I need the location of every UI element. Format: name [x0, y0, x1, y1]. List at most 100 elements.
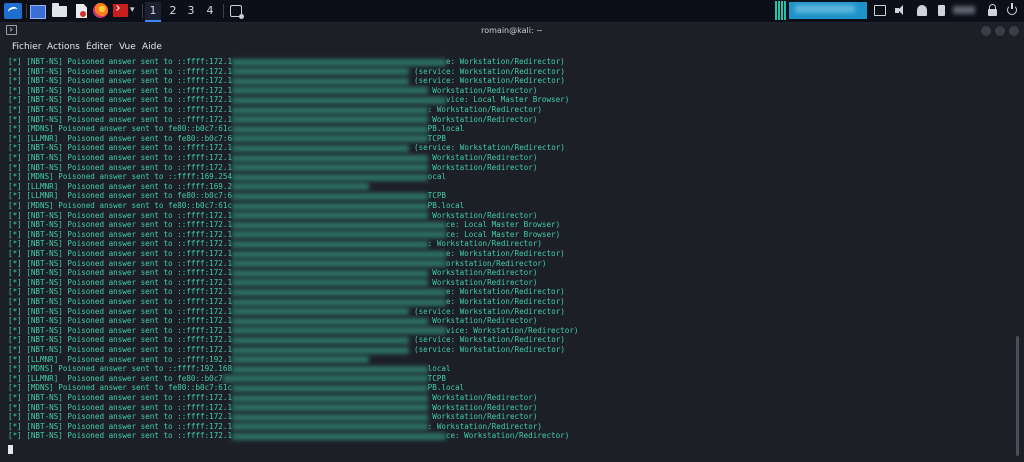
redacted-text: [232, 212, 428, 220]
line-detail: Workstation/Redirector): [427, 153, 538, 162]
terminal-line: [*] [NBT-NS] Poisoned answer sent to ::f…: [8, 393, 537, 403]
terminal-line: [*] [NBT-NS] Poisoned answer sent to ::f…: [8, 403, 537, 413]
terminal-line: [*] [NBT-NS] Poisoned answer sent to ::f…: [8, 316, 537, 326]
line-detail: e: Workstation/Redirector): [445, 287, 565, 297]
clock[interactable]: [953, 6, 975, 14]
display-icon[interactable]: [874, 5, 886, 16]
terminal-line: [*] [NBT-NS] Poisoned answer sent to ::f…: [8, 220, 560, 230]
terminal-line: [*] [NBT-NS] Poisoned answer sent to ::f…: [8, 307, 565, 317]
line-status-tag: [*]: [8, 181, 22, 191]
line-message: [NBT-NS] Poisoned answer sent to ::ffff:…: [21, 105, 233, 114]
battery-icon[interactable]: [938, 5, 945, 16]
menu-actions[interactable]: Actions: [47, 39, 80, 56]
menu-fichier[interactable]: Fichier: [12, 39, 41, 56]
line-status-tag: [*]: [8, 297, 22, 306]
close-button[interactable]: [1009, 26, 1019, 36]
line-detail: e: Workstation/Redirector): [445, 249, 565, 258]
line-status-tag: [*]: [8, 105, 22, 114]
terminal-line: [*] [NBT-NS] Poisoned answer sent to ::f…: [8, 76, 565, 86]
terminal-cursor: [8, 445, 13, 454]
firefox-icon[interactable]: [93, 3, 108, 18]
line-message: [NBT-NS] Poisoned answer sent to ::ffff:…: [21, 258, 233, 268]
screenshot-icon[interactable]: [230, 5, 244, 19]
line-status-tag: [*]: [8, 133, 22, 143]
redacted-text: [232, 327, 446, 335]
redacted-text: [232, 144, 410, 152]
maximize-button[interactable]: [995, 26, 1005, 36]
workspace-4[interactable]: 4: [202, 2, 218, 20]
line-message: [NBT-NS] Poisoned answer sent to ::ffff:…: [21, 85, 233, 95]
redacted-text: [232, 68, 410, 76]
redacted-text: [232, 432, 446, 440]
redacted-text: [232, 87, 428, 95]
lock-icon[interactable]: [988, 4, 997, 16]
minimize-button[interactable]: [981, 26, 991, 36]
line-detail: Workstation/Redirector): [427, 162, 538, 172]
terminal-line: [*] [LLMNR] Poisoned answer sent to ::ff…: [8, 355, 369, 365]
kali-menu-icon[interactable]: [4, 3, 22, 19]
line-status-tag: [*]: [8, 76, 22, 86]
power-icon[interactable]: [1007, 3, 1017, 15]
redacted-text: [232, 413, 428, 421]
terminal-output[interactable]: [*] [NBT-NS] Poisoned answer sent to ::f…: [0, 56, 1024, 462]
menu-editer[interactable]: Éditer: [86, 39, 113, 56]
line-message: [MDNS] Poisoned answer sent to fe80::b0c…: [21, 383, 233, 393]
window-titlebar[interactable]: romain@kali: ~: [0, 23, 1024, 39]
desktop-icon[interactable]: [30, 5, 46, 19]
line-detail: PB.local: [427, 124, 465, 134]
line-status-tag: [*]: [8, 162, 22, 172]
redacted-text: [232, 183, 369, 191]
line-message: [NBT-NS] Poisoned answer sent to ::ffff:…: [21, 239, 233, 249]
redacted-text: [232, 279, 428, 287]
line-message: [NBT-NS] Poisoned answer sent to ::ffff:…: [21, 57, 233, 66]
terminal-app-icon[interactable]: [113, 4, 128, 17]
terminal-line: [*] [LLMNR] Poisoned answer sent to fe80…: [8, 374, 446, 384]
redacted-text: [232, 365, 428, 373]
line-detail: Workstation/Redirector): [427, 277, 538, 287]
terminal-line: [*] [NBT-NS] Poisoned answer sent to ::f…: [8, 412, 537, 422]
line-message: [NBT-NS] Poisoned answer sent to ::ffff:…: [21, 66, 233, 76]
line-status-tag: [*]: [8, 66, 22, 76]
terminal-line: [*] [NBT-NS] Poisoned answer sent to ::f…: [8, 67, 565, 77]
terminal-line: [*] [NBT-NS] Poisoned answer sent to ::f…: [8, 57, 565, 67]
workspace-1[interactable]: 1: [145, 2, 161, 22]
top-panel: ▾ 1 2 3 4: [0, 0, 1024, 23]
line-detail: Workstation/Redirector): [427, 85, 538, 95]
line-message: [NBT-NS] Poisoned answer sent to ::ffff:…: [21, 325, 233, 335]
line-detail: TCPB: [427, 133, 446, 143]
scrollbar[interactable]: [1016, 336, 1019, 456]
terminal-line: [*] [MDNS] Poisoned answer sent to fe80:…: [8, 201, 464, 211]
text-editor-icon[interactable]: [76, 4, 87, 18]
terminal-line: [*] [MDNS] Poisoned answer sent to ::fff…: [8, 172, 446, 182]
terminal-line: [*] [NBT-NS] Poisoned answer sent to ::f…: [8, 95, 569, 105]
line-detail: ce: Workstation/Redirector): [445, 431, 570, 441]
line-message: [LLMNR] Poisoned answer sent to ::ffff:1…: [21, 181, 233, 191]
redacted-text: [232, 336, 410, 344]
line-message: [NBT-NS] Poisoned answer sent to ::ffff:…: [21, 335, 233, 345]
line-message: [NBT-NS] Poisoned answer sent to ::ffff:…: [21, 268, 233, 278]
line-status-tag: [*]: [8, 143, 22, 153]
menu-vue[interactable]: Vue: [119, 39, 136, 56]
workspace-3[interactable]: 3: [183, 2, 199, 20]
line-detail: : Workstation/Redirector): [427, 239, 542, 249]
menu-aide[interactable]: Aide: [142, 39, 162, 56]
notification-icon[interactable]: [917, 5, 927, 16]
line-message: [MDNS] Poisoned answer sent to ::ffff:16…: [21, 172, 233, 182]
line-message: [MDNS] Poisoned answer sent to fe80::b0c…: [21, 201, 233, 210]
terminal-line: [*] [NBT-NS] Poisoned answer sent to ::f…: [8, 230, 560, 240]
terminal-line: [*] [MDNS] Poisoned answer sent to ::fff…: [8, 364, 451, 374]
cpu-monitor-icon[interactable]: [775, 1, 867, 20]
redacted-text: [232, 423, 428, 431]
volume-icon[interactable]: [895, 5, 907, 16]
chevron-down-icon[interactable]: ▾: [130, 4, 138, 16]
line-detail: Workstation/Redirector): [427, 114, 538, 124]
redacted-text: [232, 154, 428, 162]
file-manager-icon[interactable]: [52, 3, 67, 17]
redacted-text: [232, 394, 428, 402]
line-detail: Workstation/Redirector): [427, 316, 538, 326]
line-detail: e: Workstation/Redirector): [445, 57, 565, 66]
line-status-tag: [*]: [8, 421, 22, 431]
workspace-2[interactable]: 2: [165, 2, 181, 20]
terminal-line: [*] [NBT-NS] Poisoned answer sent to ::f…: [8, 163, 537, 173]
redacted-text: [232, 356, 369, 364]
